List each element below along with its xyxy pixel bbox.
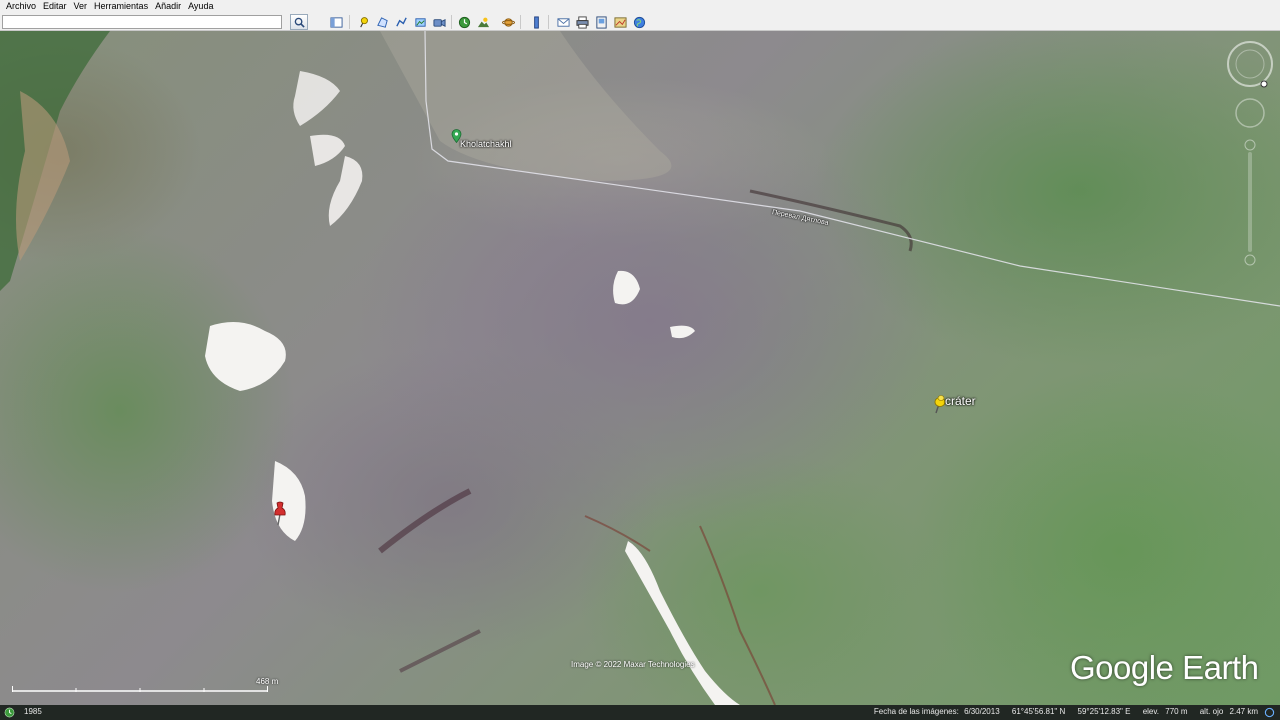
email-button[interactable] <box>555 14 571 30</box>
add-polygon-button[interactable] <box>374 14 390 30</box>
tour-icon <box>432 18 446 27</box>
polygon-icon <box>376 16 388 28</box>
sidebar-button[interactable] <box>328 14 344 30</box>
navigation-controls[interactable] <box>1222 40 1278 280</box>
menu-editar[interactable]: Editar <box>40 0 71 13</box>
sunlight-button[interactable] <box>475 14 491 30</box>
print-icon <box>575 15 589 29</box>
menu-ver[interactable]: Ver <box>71 0 92 13</box>
red-pushpin-icon[interactable] <box>272 500 288 526</box>
terrain-layer <box>0 31 1280 705</box>
map-view-button[interactable] <box>612 14 628 30</box>
status-bar: 1985 Fecha de las imágenes: 6/30/2013 61… <box>0 705 1280 720</box>
add-placemark-button[interactable] <box>355 14 371 30</box>
zoom-slider[interactable] <box>1248 152 1252 252</box>
status-readout: Fecha de las imágenes: 6/30/2013 61°45'5… <box>864 707 1258 716</box>
zoom-in-icon[interactable] <box>1244 139 1256 151</box>
streaming-globe-icon <box>1264 707 1275 718</box>
planet-icon <box>501 17 515 27</box>
historical-imagery-icon[interactable] <box>4 707 15 718</box>
historical-year[interactable]: 1985 <box>24 707 42 716</box>
imagery-attribution: Image © 2022 Maxar Technologies <box>571 660 695 669</box>
elevation: 770 m <box>1165 707 1188 716</box>
menu-archivo[interactable]: Archivo <box>0 0 40 13</box>
scale-bar <box>12 686 268 692</box>
planets-button[interactable] <box>500 14 516 30</box>
longitude: 59°25'12.83" E <box>1077 707 1131 716</box>
overlay-icon <box>414 17 426 27</box>
toolbar <box>0 13 1280 31</box>
menu-herramientas[interactable]: Herramientas <box>91 0 152 13</box>
menu-bar: Archivo Editar Ver Herramientas Añadir A… <box>0 0 1280 13</box>
add-overlay-button[interactable] <box>412 14 428 30</box>
eye-altitude: 2.47 km <box>1229 707 1258 716</box>
ruler-button[interactable] <box>528 14 544 30</box>
earth-icon <box>633 16 645 28</box>
placemark-label-crater[interactable]: cráter <box>945 394 976 408</box>
path-icon <box>395 17 407 27</box>
email-icon <box>556 17 570 27</box>
compass-ring[interactable] <box>1227 41 1273 87</box>
search-input[interactable] <box>2 15 282 29</box>
print-button[interactable] <box>574 14 590 30</box>
placemark-icon <box>359 16 368 27</box>
ruler-icon <box>533 15 539 29</box>
save-image-icon <box>595 15 607 29</box>
menu-anadir[interactable]: Añadir <box>152 0 185 13</box>
sunlight-icon <box>477 17 489 27</box>
imagery-date: 6/30/2013 <box>964 707 1000 716</box>
latitude: 61°45'56.81" N <box>1011 707 1066 716</box>
record-tour-button[interactable] <box>431 14 447 30</box>
scale-label: 468 m <box>256 677 279 686</box>
save-image-button[interactable] <box>593 14 609 30</box>
google-earth-web-button[interactable] <box>631 14 647 30</box>
north-icon[interactable] <box>1260 80 1268 88</box>
look-joystick[interactable] <box>1235 98 1265 128</box>
zoom-out-icon[interactable] <box>1244 254 1256 266</box>
eye-altitude-label: alt. ojo <box>1199 707 1224 716</box>
place-label-kholatchakhl[interactable]: Kholatchakhl <box>460 139 512 149</box>
map-view-icon <box>613 16 627 28</box>
search-icon <box>294 17 305 28</box>
map-viewport[interactable]: Kholatchakhl Перевал Дятлова cráter 468 … <box>0 31 1280 705</box>
yellow-pushpin-icon[interactable] <box>932 394 946 414</box>
imagery-date-label: Fecha de las imágenes: <box>873 707 959 716</box>
add-path-button[interactable] <box>393 14 409 30</box>
search-button[interactable] <box>290 14 308 30</box>
google-earth-logo: Google Earth <box>1070 649 1259 686</box>
history-icon <box>458 16 470 28</box>
sidebar-icon <box>329 16 343 28</box>
menu-ayuda[interactable]: Ayuda <box>185 0 217 13</box>
historical-imagery-button[interactable] <box>456 14 472 30</box>
elevation-label: elev. <box>1142 707 1160 716</box>
